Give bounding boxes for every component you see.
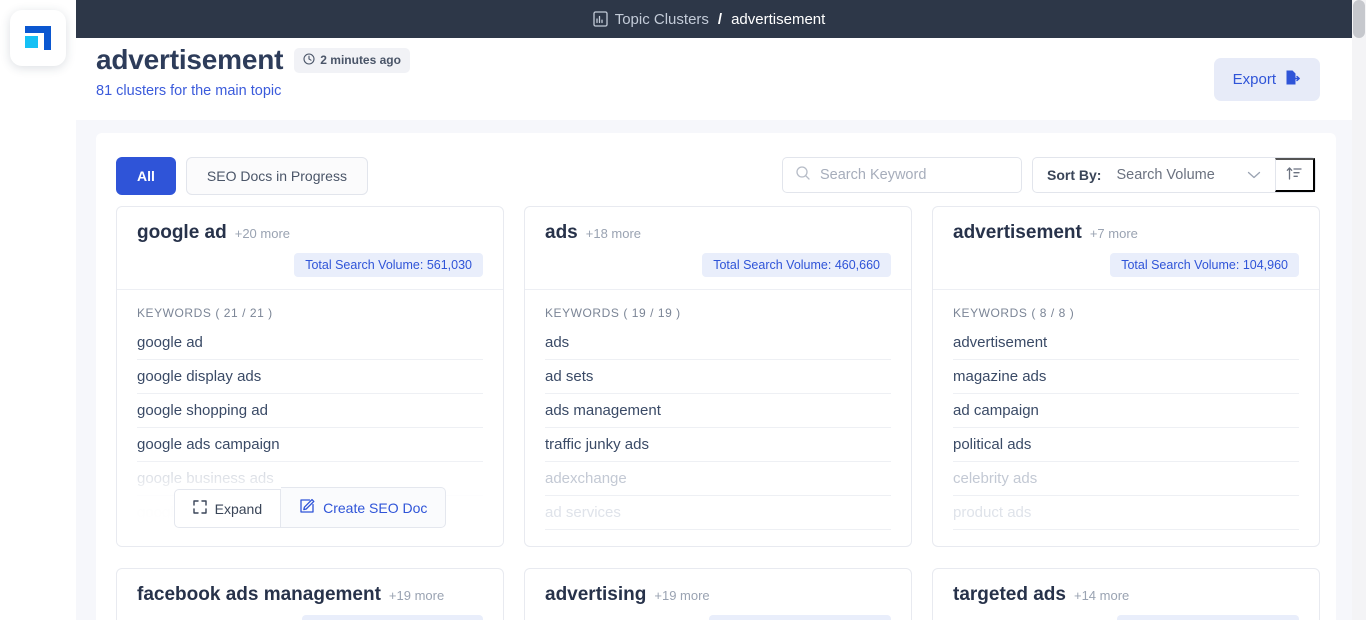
keyword-item[interactable]: product ads — [953, 496, 1299, 530]
cluster-card-body: KEYWORDS ( 19 / 19 ) ads ad sets ads man… — [525, 290, 911, 546]
breadcrumb-separator: / — [717, 10, 723, 28]
cluster-title: targeted ads — [953, 584, 1066, 605]
cluster-card-header: targeted ads +14 more Total Search Volum… — [933, 569, 1319, 620]
cluster-more-count: +18 more — [585, 226, 642, 241]
tab-all[interactable]: All — [116, 157, 176, 195]
cluster-more-count: +19 more — [388, 588, 445, 603]
clusters-grid: google ad +20 more Total Search Volume: … — [116, 206, 1326, 620]
export-button-label: Export — [1232, 71, 1276, 88]
keywords-label: KEYWORDS ( 21 / 21 ) — [137, 306, 273, 320]
clusters-panel: All SEO Docs in Progress Sort By: Search… — [96, 133, 1336, 620]
keyword-item[interactable]: adexchange — [545, 462, 891, 496]
create-seo-doc-button[interactable]: Create SEO Doc — [281, 487, 447, 528]
expand-button[interactable]: Expand — [173, 489, 282, 528]
cluster-more-count: +14 more — [1073, 588, 1130, 603]
create-seo-doc-label: Create SEO Doc — [323, 499, 428, 516]
cluster-card-header: ads +18 more Total Search Volume: 460,66… — [525, 207, 911, 290]
keyword-item[interactable]: ads management — [545, 394, 891, 428]
keywords-count: ( 8 / 8 ) — [1031, 306, 1075, 320]
cluster-search-volume: Total Search Volume: 460,660 — [702, 253, 891, 277]
cluster-card-header: advertising +19 more Total Search Volume… — [525, 569, 911, 620]
cluster-more-count: +19 more — [654, 588, 710, 603]
cluster-card[interactable]: targeted ads +14 more Total Search Volum… — [932, 568, 1320, 620]
keyword-item[interactable]: ad campaign — [953, 394, 1299, 428]
cluster-search-volume: Total Search Volume: 76,150 — [1117, 615, 1299, 620]
cluster-card[interactable]: advertisement +7 more Total Search Volum… — [932, 206, 1320, 547]
cluster-card-body: KEYWORDS ( 21 / 21 ) google ad google di… — [117, 290, 503, 546]
breadcrumb-current: advertisement — [731, 10, 826, 28]
keyword-item[interactable]: traffic junky ads — [545, 428, 891, 462]
page-subtitle: 81 clusters for the main topic — [96, 83, 282, 99]
keyword-item[interactable]: celebrity ads — [953, 462, 1299, 496]
keyword-item[interactable]: google display ads — [137, 360, 483, 394]
page-header: advertisement 2 minutes ago 81 clusters … — [96, 44, 1336, 116]
sort-by-label: Sort By: — [1047, 167, 1102, 183]
keyword-list: advertisement magazine ads ad campaign p… — [953, 326, 1299, 530]
cluster-card[interactable]: google ad +20 more Total Search Volume: … — [116, 206, 504, 547]
clusters-toolbar: All SEO Docs in Progress Sort By: Search… — [96, 133, 1336, 206]
search-icon — [795, 165, 811, 186]
edit-document-icon — [299, 498, 315, 517]
filter-tabs: All SEO Docs in Progress — [116, 157, 368, 195]
expand-icon — [192, 500, 207, 517]
page-scrollbar-thumb[interactable] — [1353, 0, 1365, 38]
cluster-search-volume: Total Search Volume: 561,030 — [294, 253, 483, 277]
keyword-list: ads ad sets ads management traffic junky… — [545, 326, 891, 530]
sort-direction-button[interactable] — [1275, 158, 1315, 192]
clock-icon — [303, 52, 315, 68]
cluster-title: facebook ads management — [137, 584, 381, 605]
keyword-item[interactable]: advertisement — [953, 326, 1299, 360]
updated-time-badge: 2 minutes ago — [294, 47, 410, 73]
cluster-card[interactable]: facebook ads management +19 more Total S… — [116, 568, 504, 620]
sort-ascending-icon — [1286, 165, 1303, 185]
document-chart-icon — [593, 11, 608, 27]
cluster-title: advertising — [545, 584, 647, 605]
cluster-more-count: +20 more — [234, 226, 291, 241]
cluster-search-volume: Total Search Volume: 87,210 — [709, 615, 891, 620]
file-export-icon — [1284, 69, 1301, 90]
cluster-card-header: advertisement +7 more Total Search Volum… — [933, 207, 1319, 290]
keyword-item[interactable]: ad sets — [545, 360, 891, 394]
keywords-count: ( 21 / 21 ) — [215, 306, 273, 320]
breadcrumb: Topic Clusters / advertisement — [593, 10, 826, 28]
cluster-card[interactable]: advertising +19 more Total Search Volume… — [524, 568, 912, 620]
updated-time-text: 2 minutes ago — [320, 53, 401, 67]
export-button[interactable]: Export — [1213, 58, 1320, 101]
cluster-search-volume: Total Search Volume: 104,960 — [1110, 253, 1299, 277]
keyword-item[interactable]: google ad — [137, 326, 483, 360]
cluster-title: ads — [545, 222, 578, 243]
cluster-search-volume: Total Search Volume: 96,110 — [302, 615, 483, 620]
cluster-card[interactable]: ads +18 more Total Search Volume: 460,66… — [524, 206, 912, 547]
left-sidebar — [0, 0, 76, 620]
search-keyword-field[interactable] — [782, 157, 1022, 193]
page-scrollbar-track[interactable] — [1352, 0, 1366, 620]
keywords-count: ( 19 / 19 ) — [623, 306, 681, 320]
cluster-card-header: google ad +20 more Total Search Volume: … — [117, 207, 503, 290]
keyword-item[interactable]: magazine ads — [953, 360, 1299, 394]
search-input[interactable] — [820, 167, 1000, 183]
cluster-title: google ad — [137, 222, 227, 243]
keyword-item[interactable]: ads — [545, 326, 891, 360]
tab-seo-docs-in-progress[interactable]: SEO Docs in Progress — [185, 157, 368, 195]
top-navigation-bar: Topic Clusters / advertisement — [66, 0, 1352, 38]
breadcrumb-parent[interactable]: Topic Clusters — [615, 11, 709, 28]
cluster-title: advertisement — [953, 222, 1082, 243]
chevron-down-icon[interactable] — [1247, 170, 1275, 180]
expand-button-label: Expand — [214, 500, 263, 517]
sort-by-value[interactable]: Search Volume — [1101, 167, 1247, 183]
page-title: advertisement — [96, 44, 284, 75]
cluster-card-header: facebook ads management +19 more Total S… — [117, 569, 503, 620]
keyword-item[interactable]: google ads campaign — [137, 428, 483, 462]
keywords-label: KEYWORDS ( 8 / 8 ) — [953, 306, 1075, 320]
cluster-card-actions: Expand Create SEO Doc — [117, 458, 503, 546]
app-logo[interactable] — [10, 10, 66, 66]
app-root: Topic Clusters / advertisement advertise… — [0, 0, 1366, 620]
keyword-item[interactable]: political ads — [953, 428, 1299, 462]
keyword-item[interactable]: ad services — [545, 496, 891, 530]
keyword-item[interactable]: google shopping ad — [137, 394, 483, 428]
cluster-card-body: KEYWORDS ( 8 / 8 ) advertisement magazin… — [933, 290, 1319, 546]
cluster-more-count: +7 more — [1089, 226, 1138, 241]
sort-control: Sort By: Search Volume — [1032, 157, 1316, 193]
keywords-label: KEYWORDS ( 19 / 19 ) — [545, 306, 681, 320]
